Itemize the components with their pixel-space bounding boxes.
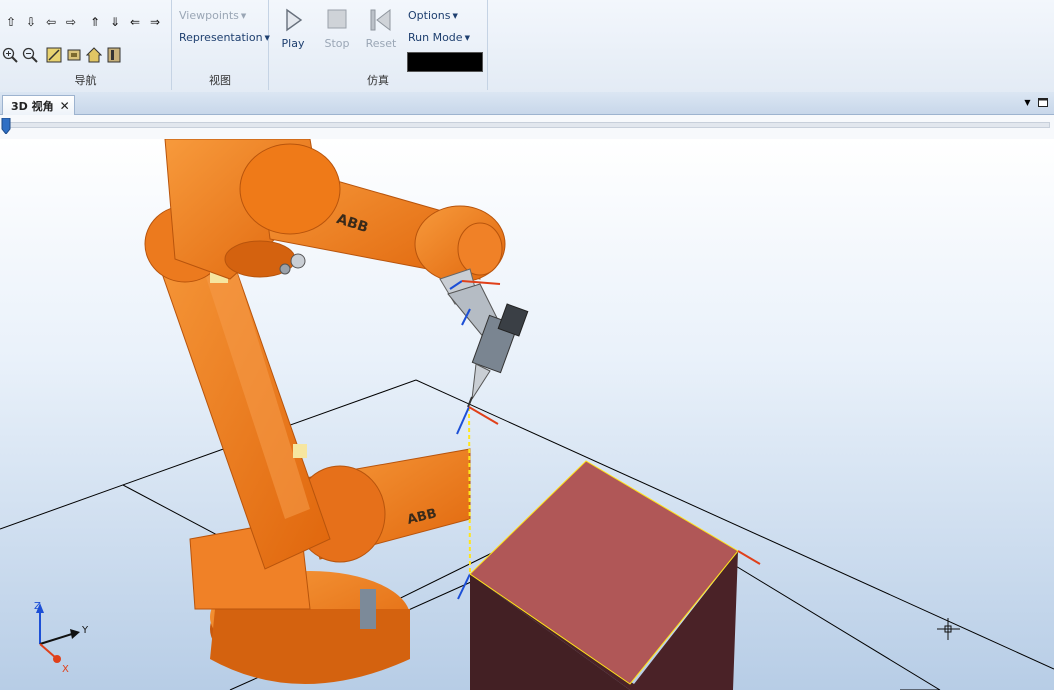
timeline-track[interactable] [4,122,1050,128]
workpiece-box [469,460,761,690]
chevron-down-icon: ▼ [452,12,458,20]
simulation-timeline [0,115,1054,139]
play-button[interactable]: Play [273,8,313,50]
stop-button[interactable]: Stop [317,8,357,50]
maximize-icon[interactable] [1037,97,1048,108]
chevron-down-icon: ▼ [464,34,470,42]
reset-button[interactable]: Reset [361,8,401,50]
tab-3d-view-label: 3D 视角 [11,99,54,113]
robot-tool [447,283,529,408]
frame-view-icon[interactable] [105,46,123,64]
sim-group: Play Stop Reset Options ▼ Run Mode ▼ 仿真 [269,0,488,90]
viewpoints-dropdown[interactable]: Viewpoints ▼ [179,9,246,22]
zoom-window-icon[interactable] [45,46,63,64]
run-mode-label: Run Mode [408,31,463,44]
axis-z-label: Z [34,601,41,612]
timeline-thumb[interactable] [1,118,11,134]
viewpoints-label: Viewpoints [179,9,239,22]
run-mode-dropdown[interactable]: Run Mode ▼ [408,31,470,44]
ribbon: ⇧ ⇩ ⇦ ⇨ ⇑ ⇓ ⇐ ⇒ 导航 Viewpoints ▼ Represen… [0,0,1054,93]
play-icon [286,8,303,32]
view-group-label: 视图 [209,74,231,87]
3d-scene: ABB ABB Z Y X [0,139,1054,690]
stop-label: Stop [324,37,350,50]
axis-x-label: X [62,664,69,675]
options-dropdown[interactable]: Options ▼ [408,9,458,22]
tab-3d-view[interactable]: 3D 视角 ✕ [2,95,75,115]
representation-dropdown[interactable]: Representation ▼ [179,31,270,44]
arrow-down-icon[interactable]: ⇓ [106,13,124,31]
reset-label: Reset [365,37,397,50]
sim-group-label: 仿真 [367,74,389,87]
document-tab-bar: 3D 视角 ✕ ▼ [0,92,1054,115]
representation-label: Representation [179,31,263,44]
arrow-right-icon[interactable]: ⇒ [146,13,164,31]
arrow-left-icon[interactable]: ⇐ [126,13,144,31]
reset-icon [370,8,391,32]
home-view-icon[interactable] [85,46,103,64]
robot-column: ABB [294,448,471,563]
close-icon[interactable]: ✕ [60,99,70,113]
pan-up-bold-icon[interactable]: ⇧ [2,13,20,31]
axis-y-label: Y [81,625,89,636]
simulation-time-display [407,52,483,72]
view-all-icon[interactable] [65,46,83,64]
nav-group: ⇧ ⇩ ⇦ ⇨ ⇑ ⇓ ⇐ ⇒ 导航 [0,0,172,90]
view-group: Viewpoints ▼ Representation ▼ 视图 [172,0,270,90]
play-label: Play [281,37,305,50]
nav-group-label: 导航 [74,74,97,87]
pan-right-bold-icon[interactable]: ⇨ [62,13,80,31]
pan-left-bold-icon[interactable]: ⇦ [42,13,60,31]
stop-icon [327,9,347,29]
world-axes-indicator: Z Y X [34,601,89,675]
pan-down-bold-icon[interactable]: ⇩ [22,13,40,31]
3d-viewport[interactable]: ABB ABB Z Y X [0,139,1054,690]
arrow-up-icon[interactable]: ⇑ [86,13,104,31]
chevron-down-icon: ▼ [240,12,247,20]
pane-menu-icon[interactable]: ▼ [1022,97,1033,108]
options-label: Options [408,9,451,22]
robot-wrist [414,205,506,305]
zoom-out-icon[interactable] [21,46,39,64]
zoom-in-icon[interactable] [1,46,19,64]
crosshair-cursor-icon [937,618,960,640]
